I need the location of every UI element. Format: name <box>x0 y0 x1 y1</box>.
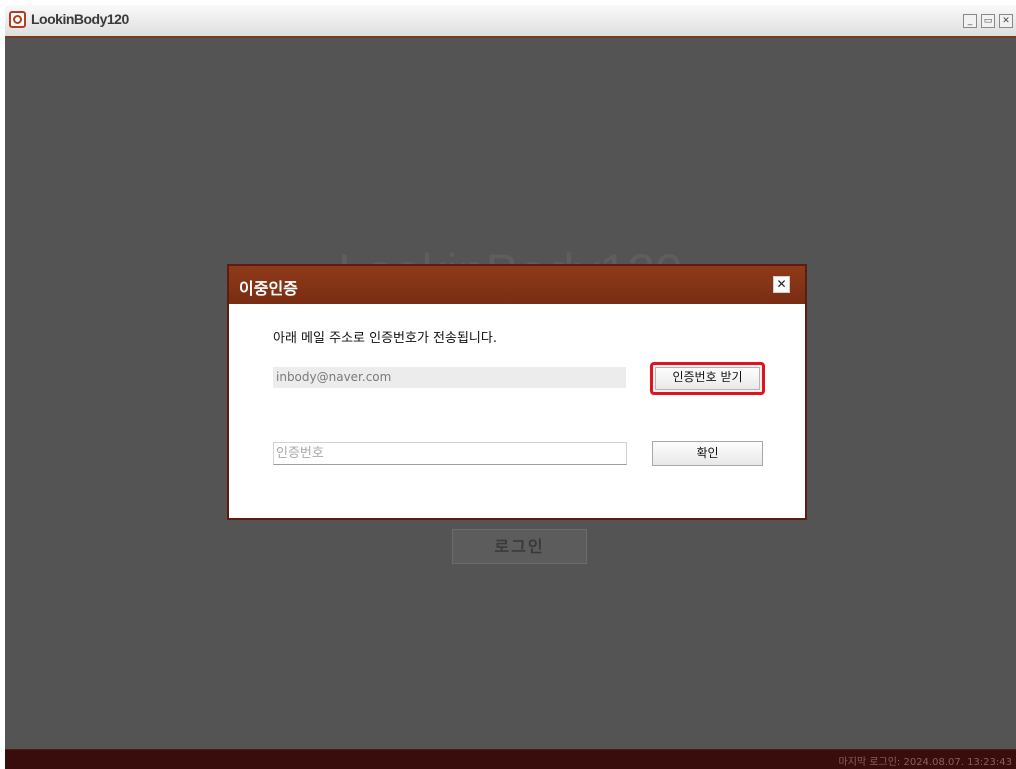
email-field: inbody@naver.com <box>273 367 626 388</box>
maximize-icon[interactable]: ▭ <box>981 14 995 28</box>
dialog-header: 이중인증 ✕ <box>229 266 805 304</box>
verification-code-input[interactable]: 인증번호 <box>273 442 627 465</box>
dialog-description: 아래 메일 주소로 인증번호가 전송됩니다. <box>273 331 497 346</box>
confirm-button[interactable]: 확인 <box>652 441 763 466</box>
status-bar: 마지막 로그인: 2024.08.07. 13:23:43 <box>5 749 1016 769</box>
minimize-icon[interactable]: _ <box>963 14 977 28</box>
dialog-title: 이중인증 <box>239 279 298 298</box>
background-login-button: 로그인 <box>452 529 587 564</box>
two-factor-auth-dialog: 이중인증 ✕ 아래 메일 주소로 인증번호가 전송됩니다. inbody@nav… <box>227 264 807 520</box>
inbody-logo-icon <box>9 11 26 28</box>
window-close-icon[interactable]: ✕ <box>999 14 1013 28</box>
request-code-button[interactable]: 인증번호 받기 <box>650 362 765 395</box>
app-title: LookinBody120 <box>31 11 129 27</box>
last-login-text: 마지막 로그인: 2024.08.07. 13:23:43 <box>838 757 1012 768</box>
close-icon[interactable]: ✕ <box>773 276 790 293</box>
request-code-button-label: 인증번호 받기 <box>655 367 760 390</box>
title-bar: LookinBody120 _ ▭ ✕ <box>5 5 1016 38</box>
